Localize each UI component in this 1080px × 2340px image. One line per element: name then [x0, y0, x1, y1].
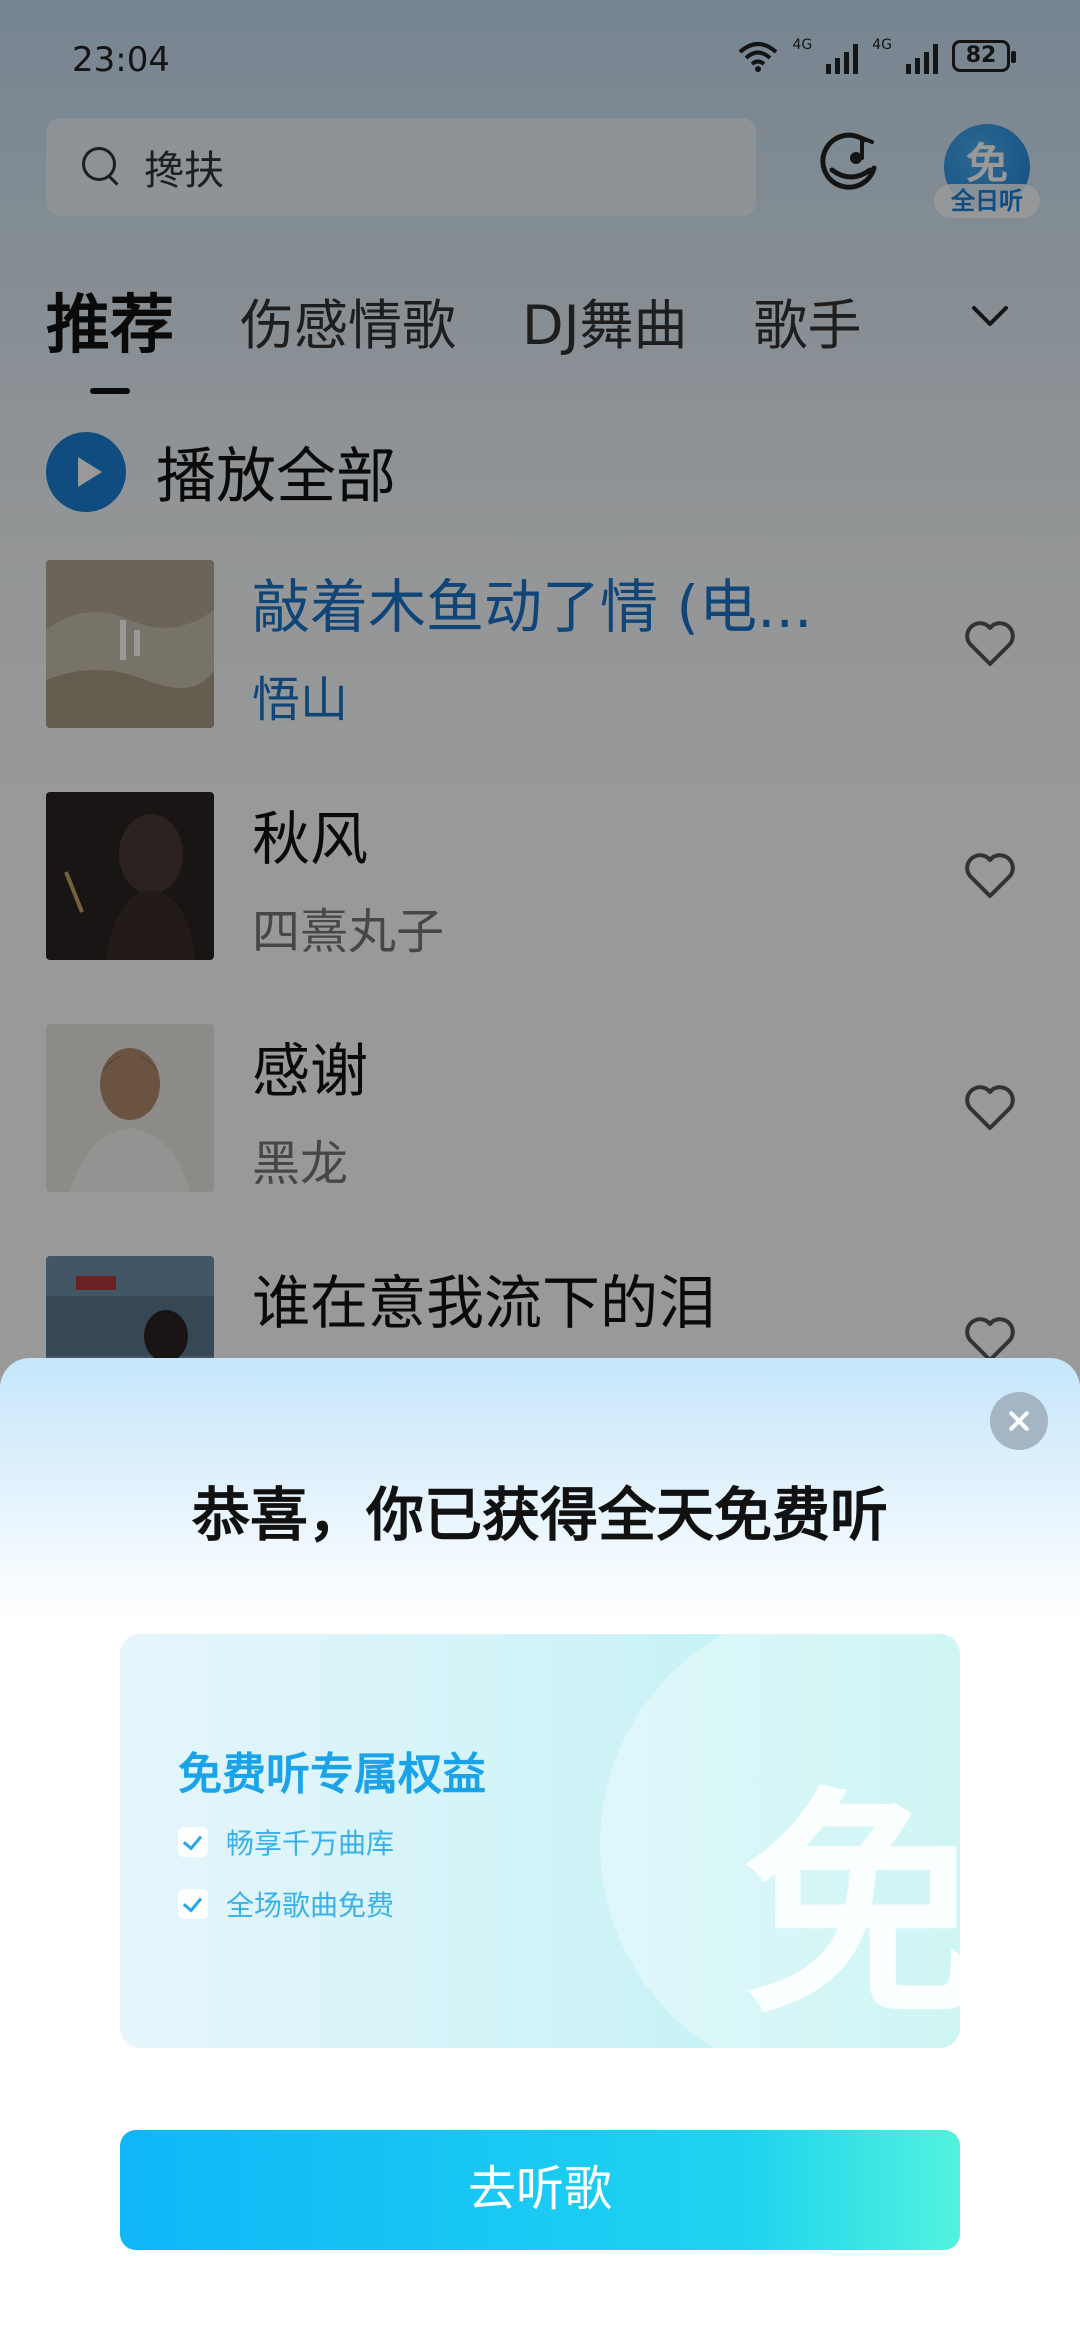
check-icon	[178, 1827, 208, 1857]
modal-title: 恭喜，你已获得全天免费听	[191, 1481, 888, 1549]
benefit-item-label: 全场歌曲免费	[226, 1889, 395, 1922]
free-listen-modal: 恭喜，你已获得全天免费听 免 免费听专属权益 畅享千万曲库 全场歌曲免费 去听歌	[0, 1358, 1080, 2340]
benefit-item: 全场歌曲免费	[178, 1884, 394, 1924]
go-listen-button[interactable]: 去听歌	[120, 2130, 960, 2250]
card-watermark: 免	[742, 1768, 960, 2048]
benefit-card: 免 免费听专属权益 畅享千万曲库 全场歌曲免费	[120, 1634, 960, 2048]
check-icon	[178, 1889, 208, 1919]
benefit-item: 畅享千万曲库	[178, 1822, 394, 1862]
benefit-item-label: 畅享千万曲库	[226, 1827, 395, 1860]
benefit-heading: 免费听专属权益	[178, 1749, 486, 1800]
close-icon[interactable]	[990, 1392, 1048, 1450]
